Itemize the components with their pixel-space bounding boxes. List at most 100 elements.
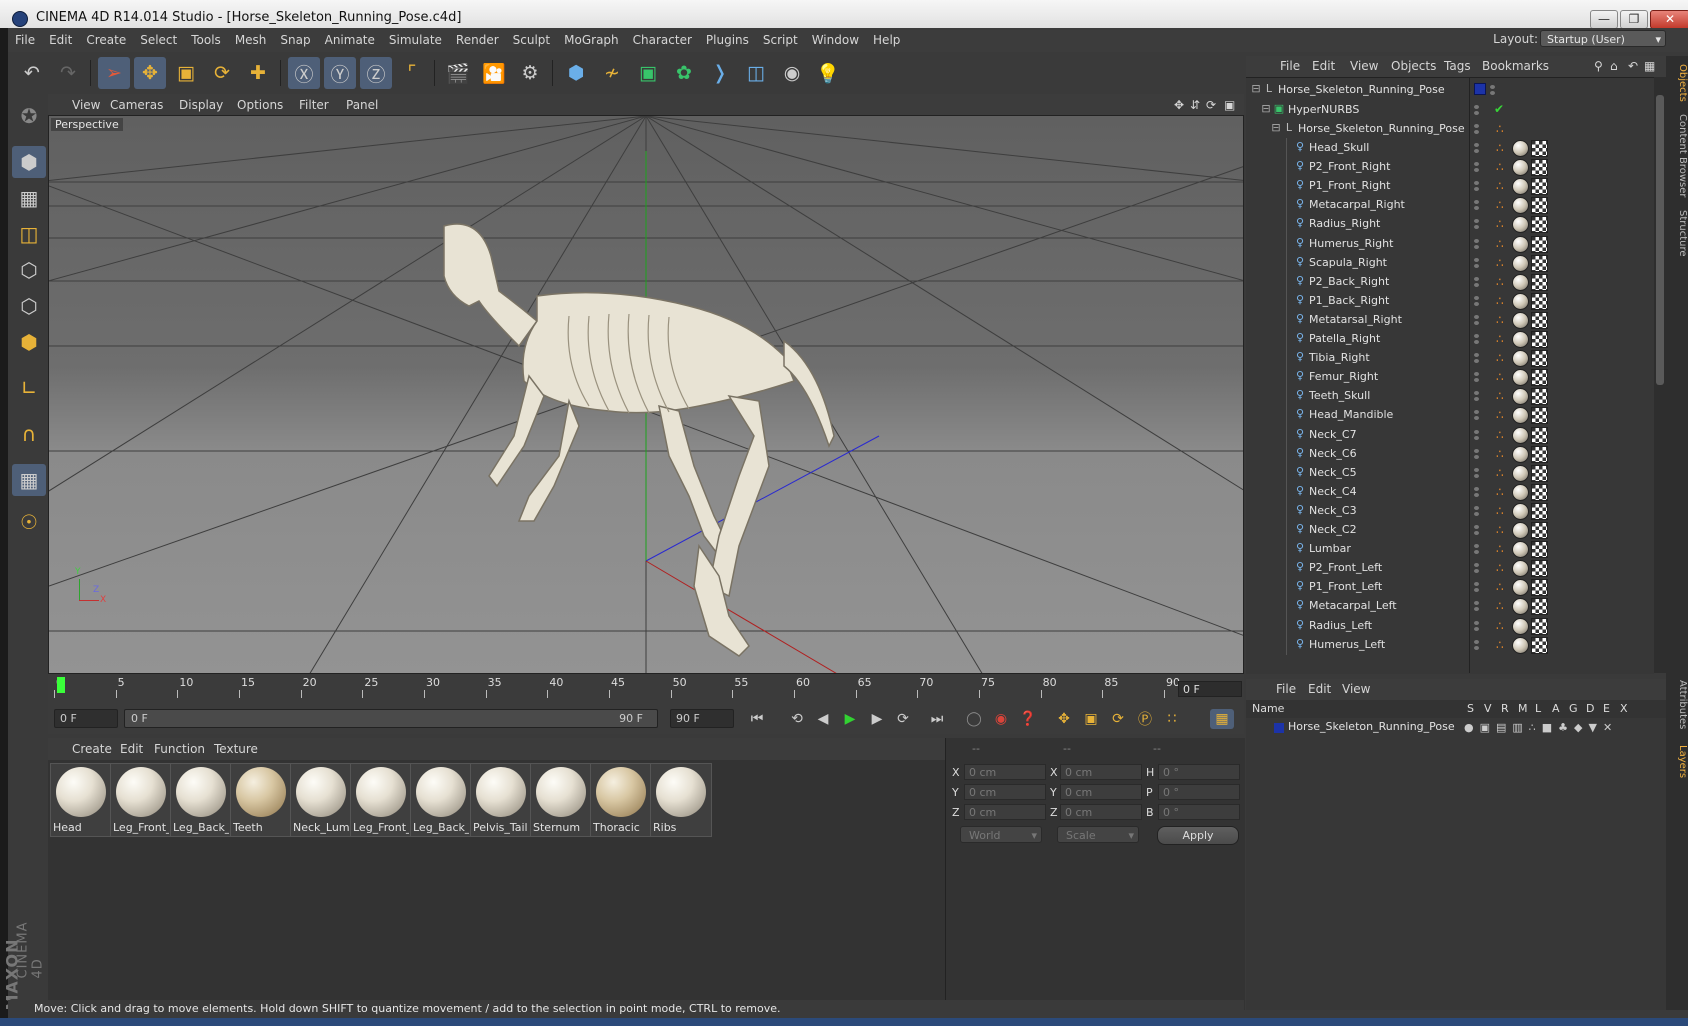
layer-column-name[interactable]: Name xyxy=(1252,702,1284,715)
visibility-dots[interactable] xyxy=(1474,105,1482,115)
object-row-bone[interactable]: ♀ P1_Front_Right ∴ xyxy=(1246,176,1654,197)
position-z-field[interactable]: 0 cm xyxy=(964,804,1046,820)
material-tag-icon[interactable] xyxy=(1512,273,1529,291)
viewport-move-icon[interactable]: ✥ xyxy=(1174,98,1184,112)
visibility-dots[interactable] xyxy=(1474,410,1482,421)
collapse-toggle-icon[interactable]: ⊟ xyxy=(1270,122,1282,134)
material-tag-icon[interactable] xyxy=(1512,216,1529,234)
bone-tag-icon[interactable]: ∴ xyxy=(1496,485,1510,499)
object-row-bone[interactable]: ♀ Neck_C4 ∴ xyxy=(1246,481,1654,502)
end-frame-field[interactable]: 90 F xyxy=(670,709,734,728)
bone-tag-icon[interactable]: ∴ xyxy=(1496,160,1510,174)
layer-toggle-icons[interactable]: ●▣▤▥∴■♣◆▼✕ xyxy=(1464,721,1618,734)
rotation-b-field[interactable]: 0 ° xyxy=(1158,804,1240,820)
bone-tag-icon[interactable]: ∴ xyxy=(1496,294,1510,308)
menu-character[interactable]: Character xyxy=(626,28,699,52)
layer-column-x[interactable]: X xyxy=(1620,702,1628,715)
material-tag-icon[interactable] xyxy=(1512,464,1529,482)
coordinate-system-button[interactable]: ⌜ xyxy=(396,57,428,89)
bone-tag-icon[interactable]: ∴ xyxy=(1496,122,1510,136)
record-active-objects-button[interactable]: ◯ xyxy=(962,709,986,729)
visibility-dots[interactable] xyxy=(1474,620,1482,631)
workplane-lock-button[interactable]: ▦ xyxy=(12,464,46,496)
object-menu-objects[interactable]: Objects xyxy=(1391,59,1436,73)
object-row-bone[interactable]: ♀ Femur_Right ∴ xyxy=(1246,367,1654,388)
snapping-button[interactable]: ☉ xyxy=(12,506,46,538)
object-row-bone[interactable]: ♀ Metacarpal_Left ∴ xyxy=(1246,596,1654,617)
layer-column-s[interactable]: S xyxy=(1467,702,1474,715)
model-mode-button[interactable]: ⬢ xyxy=(12,146,46,178)
object-row-bone[interactable]: ♀ Humerus_Left ∴ xyxy=(1246,634,1654,655)
object-row-bone[interactable]: ♀ Radius_Right ∴ xyxy=(1246,214,1654,235)
object-row-bone[interactable]: ♀ Humerus_Right ∴ xyxy=(1246,233,1654,254)
viewport-maximize-icon[interactable]: ▣ xyxy=(1224,98,1235,112)
layer-menu-file[interactable]: File xyxy=(1276,682,1296,696)
visibility-dots[interactable] xyxy=(1474,353,1482,364)
make-editable-button[interactable]: ✪ xyxy=(12,100,46,132)
visibility-dots[interactable] xyxy=(1474,486,1482,497)
material-swatch[interactable]: Sternum xyxy=(530,763,592,837)
points-mode-button[interactable]: ⬡ xyxy=(12,254,46,286)
object-row-bone[interactable]: ♀ Neck_C3 ∴ xyxy=(1246,500,1654,521)
bone-tag-icon[interactable]: ∴ xyxy=(1496,370,1510,384)
coordinate-space-dropdown[interactable]: World ▾ xyxy=(960,826,1042,843)
object-row-bone[interactable]: ♀ Patella_Right ∴ xyxy=(1246,329,1654,349)
edges-mode-button[interactable]: ⬡ xyxy=(12,290,46,322)
undo-button[interactable]: ↶ xyxy=(16,57,48,89)
viewport-menu-filter[interactable]: Filter xyxy=(299,98,329,112)
tab-attributes[interactable]: Attributes xyxy=(1666,676,1688,733)
layout-dropdown[interactable]: Startup (User) ▾ xyxy=(1540,30,1666,47)
menu-render[interactable]: Render xyxy=(449,28,506,52)
visibility-dots[interactable] xyxy=(1474,429,1482,440)
visibility-dots[interactable] xyxy=(1474,448,1482,459)
visibility-dots[interactable] xyxy=(1474,372,1482,383)
layer-column-e[interactable]: E xyxy=(1603,702,1610,715)
material-tag-icon[interactable] xyxy=(1512,598,1529,616)
viewport-menu-view[interactable]: View xyxy=(72,98,100,112)
viewport-menu-cameras[interactable]: Cameras xyxy=(110,98,163,112)
tab-objects[interactable]: Objects xyxy=(1666,60,1688,106)
menu-file[interactable]: File xyxy=(8,28,42,52)
home-icon[interactable]: ⌂ xyxy=(1610,59,1618,73)
uvw-tag-icon[interactable] xyxy=(1531,178,1548,196)
menu-help[interactable]: Help xyxy=(866,28,907,52)
object-row-bone[interactable]: ♀ Neck_C7 ∴ xyxy=(1246,424,1654,445)
material-tag-icon[interactable] xyxy=(1512,579,1529,597)
object-row-root[interactable]: ⊟ L Horse_Skeleton_Running_Pose xyxy=(1246,80,1654,100)
object-row-bone[interactable]: ♀ Lumbar ∴ xyxy=(1246,539,1654,560)
bone-tag-icon[interactable]: ∴ xyxy=(1496,580,1510,594)
uvw-tag-icon[interactable] xyxy=(1531,522,1548,539)
visibility-dots[interactable] xyxy=(1474,162,1482,173)
uvw-tag-icon[interactable] xyxy=(1531,388,1548,406)
layer-column-g[interactable]: G xyxy=(1569,702,1578,715)
material-tag-icon[interactable] xyxy=(1512,541,1529,559)
bone-tag-icon[interactable]: ∴ xyxy=(1496,275,1510,289)
viewport-zoom-icon[interactable]: ⇵ xyxy=(1190,98,1200,112)
viewport-menu-panel[interactable]: Panel xyxy=(346,98,378,112)
timeline-ruler[interactable]: 051015202530354045505560657075808590 0 F xyxy=(48,674,1244,704)
bone-tag-icon[interactable]: ∴ xyxy=(1496,408,1510,422)
back-icon[interactable]: ↶ xyxy=(1628,59,1638,73)
material-tag-icon[interactable] xyxy=(1512,445,1529,463)
object-row-bone[interactable]: ♀ Metacarpal_Right ∴ xyxy=(1246,195,1654,216)
minimize-button[interactable]: — xyxy=(1590,10,1618,29)
keyframe-selection-button[interactable]: ❓ xyxy=(1016,709,1040,729)
bend-deformer-button[interactable]: ❭ xyxy=(704,57,736,89)
rotation-p-field[interactable]: 0 ° xyxy=(1158,784,1240,800)
apply-button[interactable]: Apply xyxy=(1157,826,1239,845)
material-swatch[interactable]: Leg_Front_ xyxy=(110,763,172,837)
size-y-field[interactable]: 0 cm xyxy=(1060,784,1142,800)
object-row-bone[interactable]: ♀ Metatarsal_Right ∴ xyxy=(1246,309,1654,330)
visibility-dots[interactable] xyxy=(1490,85,1498,95)
visibility-dots[interactable] xyxy=(1474,391,1482,402)
material-swatch[interactable]: Pelvis_Tail xyxy=(470,763,532,837)
object-row-bone[interactable]: ♀ Radius_Left ∴ xyxy=(1246,615,1654,636)
menu-script[interactable]: Script xyxy=(756,28,805,52)
position-y-field[interactable]: 0 cm xyxy=(964,784,1046,800)
collapse-toggle-icon[interactable]: ⊟ xyxy=(1250,83,1262,95)
live-selection-tool[interactable]: ➢ xyxy=(98,57,130,89)
object-row-hypernurbs[interactable]: ⊟ ▣ HyperNURBS ✔ xyxy=(1246,100,1654,120)
go-to-end-button[interactable]: ⏭ xyxy=(925,709,949,729)
layer-column-a[interactable]: A xyxy=(1552,702,1560,715)
material-tag-icon[interactable] xyxy=(1512,407,1529,425)
